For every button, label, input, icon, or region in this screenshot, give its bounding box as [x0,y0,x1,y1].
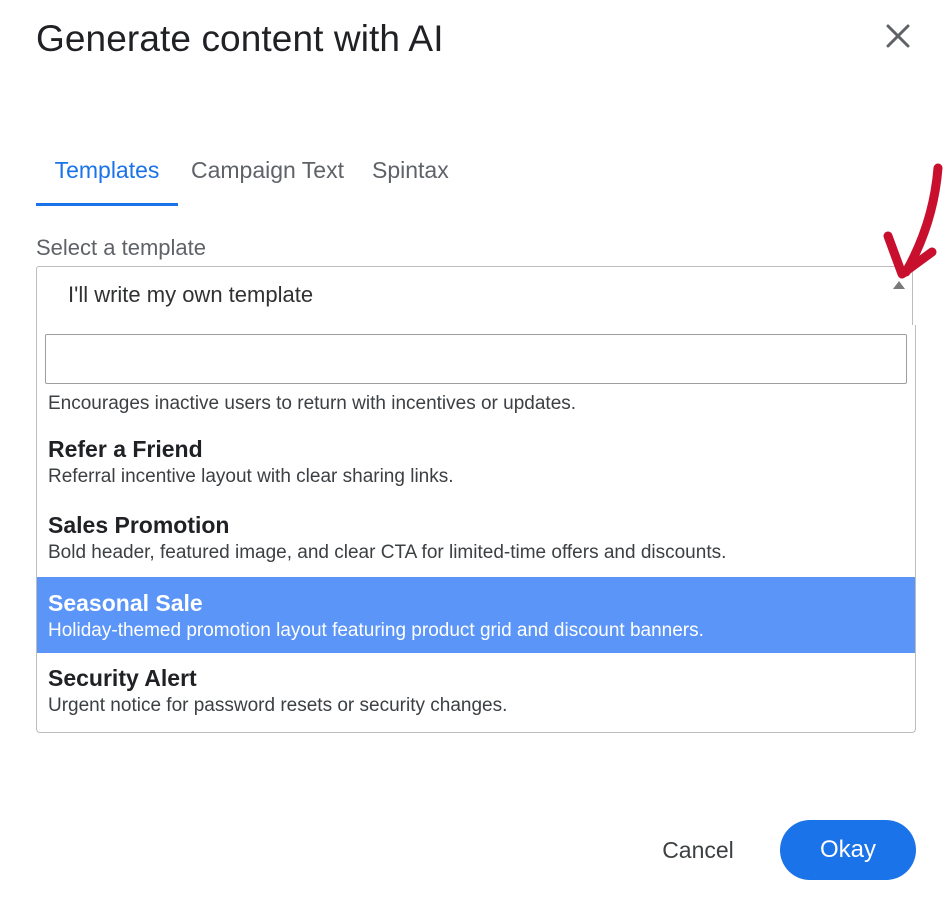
tab-templates-label: Templates [54,156,160,183]
tab-campaign-text-label: Campaign Text [191,156,344,183]
tab-spintax[interactable]: Spintax [372,148,449,192]
option-title: Sales Promotion [48,512,230,538]
template-search-input[interactable] [45,334,907,384]
tab-campaign-text[interactable]: Campaign Text [191,148,344,192]
option-description: Referral incentive layout with clear sha… [48,466,454,487]
option-sales-promotion[interactable]: Sales Promotion Bold header, featured im… [37,499,915,575]
close-icon [886,24,910,48]
tab-spintax-label: Spintax [372,156,449,183]
option-description: Urgent notice for password resets or sec… [48,695,508,716]
caret-up-icon [893,281,905,289]
tab-bar: Templates Campaign Text Spintax [36,148,449,206]
option-security-alert[interactable]: Security Alert Urgent notice for passwor… [37,652,915,728]
active-tab-indicator [36,203,178,206]
option-description: Bold header, featured image, and clear C… [48,542,727,563]
dialog-title: Generate content with AI [36,18,444,59]
close-button[interactable] [876,14,920,58]
tab-templates[interactable]: Templates [36,148,178,206]
template-select[interactable]: I'll write my own template [36,266,913,326]
template-dropdown: Encourages inactive users to return with… [36,325,916,733]
select-template-label: Select a template [36,235,206,260]
option-title: Seasonal Sale [48,590,203,616]
option-description-partial[interactable]: Encourages inactive users to return with… [48,393,576,415]
option-title: Refer a Friend [48,436,203,462]
option-title: Security Alert [48,665,197,691]
cancel-button[interactable]: Cancel [634,821,762,879]
option-refer-a-friend[interactable]: Refer a Friend Referral incentive layout… [37,423,915,499]
option-seasonal-sale[interactable]: Seasonal Sale Holiday-themed promotion l… [37,577,915,653]
okay-button[interactable]: Okay [780,820,916,880]
option-description: Holiday-themed promotion layout featurin… [48,620,704,641]
selected-template-value: I'll write my own template [68,282,314,307]
